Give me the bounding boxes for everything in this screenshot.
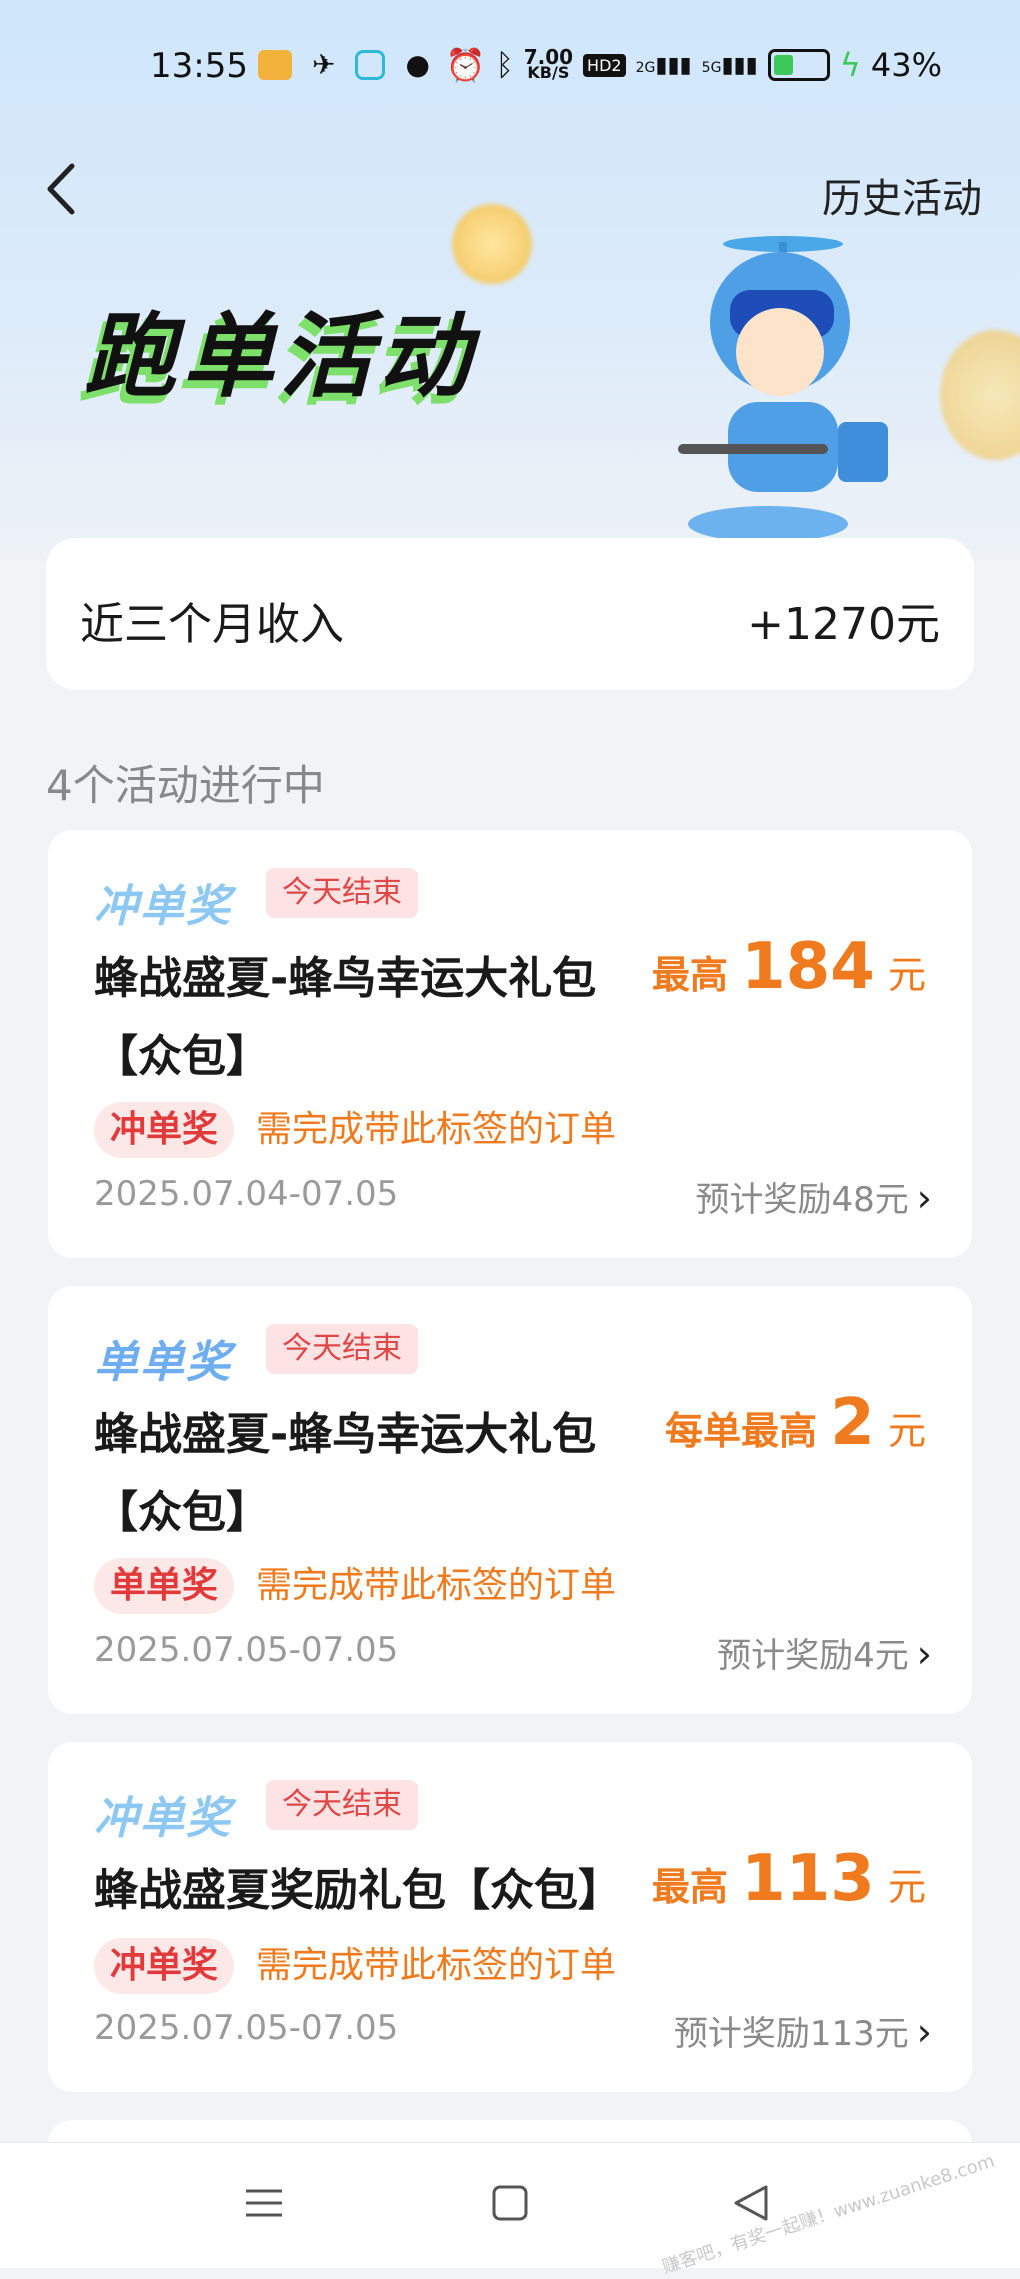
chevron-left-icon [47, 163, 75, 215]
activity-title: 蜂战盛夏-蜂鸟幸运大礼包【众包】 [94, 953, 597, 1082]
ending-today-badge: 今天结束 [266, 1324, 418, 1374]
status-bar: 13:55 ✈ ● ⏰ ᛒ 7.00 KB/S HD2 2G▮▮▮ 5G▮▮▮ … [0, 38, 1020, 98]
chevron-right-icon: › [916, 2010, 932, 2054]
battery-icon [767, 49, 830, 81]
activity-tag: 冲单奖 [94, 1102, 235, 1158]
signal-5g-icon: 5G▮▮▮ [701, 52, 758, 78]
activity-kind-logo: 冲单奖 [94, 881, 232, 932]
signal-2-label: 5G [701, 59, 722, 76]
hero-title: 跑单活动 [84, 303, 477, 410]
income-card: 近三个月收入 +1270元 [46, 538, 974, 690]
charging-icon: ϟ [839, 46, 861, 84]
back-button[interactable] [42, 160, 82, 218]
status-right: ⏰ ᛒ 7.00 KB/S HD2 2G▮▮▮ 5G▮▮▮ ϟ 43% [446, 46, 942, 84]
activity-title: 蜂战盛夏-蜂鸟幸运大礼包【众包】 [94, 1409, 597, 1538]
net-speed: 7.00 KB/S [524, 47, 573, 82]
alarm-icon: ⏰ [445, 46, 486, 84]
reward-unit: 元 [887, 1865, 926, 1909]
battery-percent: 43% [870, 46, 942, 84]
reward-amount: 113 [741, 1842, 875, 1916]
bluetooth-icon: ᛒ [495, 47, 514, 83]
activity-reward: 最高 184 元 [652, 930, 926, 1004]
income-label: 近三个月收入 [80, 599, 344, 650]
activity-title: 蜂战盛夏奖励礼包【众包】 [94, 1865, 622, 1916]
estimated-reward-link[interactable]: 预计奖励4元 › [717, 1628, 932, 1677]
reward-unit: 元 [887, 953, 926, 997]
activity-date-range: 2025.07.05-07.05 [94, 2008, 399, 2048]
coin-decoration [452, 204, 532, 284]
estimated-reward-text: 预计奖励48元 [695, 1180, 909, 1220]
signal-icon: 2G▮▮▮ [635, 52, 692, 78]
ending-today-badge: 今天结束 [266, 1780, 418, 1830]
app-notification-icon [258, 49, 292, 80]
tag-note: 需完成带此标签的订单 [256, 1565, 617, 1606]
chevron-right-icon: › [916, 1176, 932, 1220]
income-value: +1270元 [747, 599, 940, 650]
chevron-right-icon: › [916, 1632, 932, 1676]
dot-icon: ● [405, 48, 430, 81]
chat-icon [355, 49, 386, 80]
activity-reward: 每单最高 2 元 [665, 1386, 926, 1460]
tag-note: 需完成带此标签的订单 [256, 1109, 617, 1150]
plane-icon: ✈ [312, 48, 336, 81]
activity-tag: 单单奖 [94, 1558, 235, 1614]
estimated-reward-text: 预计奖励113元 [673, 2014, 909, 2054]
activity-card[interactable]: 单单奖 今天结束 蜂战盛夏-蜂鸟幸运大礼包【众包】 每单最高 2 元 单单奖 需… [48, 1286, 972, 1714]
activity-tag: 冲单奖 [94, 1938, 235, 1994]
net-speed-unit: KB/S [527, 63, 570, 82]
activity-reward: 最高 113 元 [652, 1842, 926, 1916]
signal-1-label: 2G [635, 59, 656, 76]
activity-kind-logo: 单单奖 [94, 1337, 232, 1388]
activity-date-range: 2025.07.05-07.05 [94, 1630, 399, 1670]
reward-prefix: 最高 [651, 1865, 728, 1909]
activity-card[interactable]: 冲单奖 今天结束 蜂战盛夏-蜂鸟幸运大礼包【众包】 最高 184 元 冲单奖 需… [48, 830, 972, 1258]
activity-date-range: 2025.07.04-07.05 [94, 1174, 399, 1214]
reward-prefix: 最高 [651, 953, 728, 997]
reward-amount: 184 [741, 930, 875, 1004]
history-activities-link[interactable]: 历史活动 [822, 166, 982, 224]
estimated-reward-text: 预计奖励4元 [717, 1636, 909, 1676]
battery-fill [773, 55, 793, 75]
status-icons: ✈ ● [258, 48, 430, 81]
estimated-reward-link[interactable]: 预计奖励113元 › [674, 2006, 932, 2055]
ending-today-badge: 今天结束 [266, 868, 418, 918]
section-title: 4个活动进行中 [46, 761, 325, 810]
reward-prefix: 每单最高 [664, 1409, 817, 1453]
hd-badge: HD2 [583, 53, 626, 77]
home-button[interactable] [480, 2173, 540, 2233]
menu-button[interactable] [234, 2173, 294, 2233]
reward-amount: 2 [830, 1386, 875, 1460]
reward-unit: 元 [887, 1409, 926, 1453]
estimated-reward-link[interactable]: 预计奖励48元 › [696, 1172, 932, 1221]
status-time: 13:55 [150, 46, 248, 86]
home-square-icon [492, 2185, 528, 2221]
courier-mascot-image [678, 236, 888, 542]
tag-note: 需完成带此标签的订单 [256, 1945, 617, 1986]
activity-card[interactable]: 冲单奖 今天结束 蜂战盛夏奖励礼包【众包】 最高 113 元 冲单奖 需完成带此… [48, 1742, 972, 2092]
activity-kind-logo: 冲单奖 [94, 1793, 232, 1844]
menu-icon [246, 2189, 282, 2217]
